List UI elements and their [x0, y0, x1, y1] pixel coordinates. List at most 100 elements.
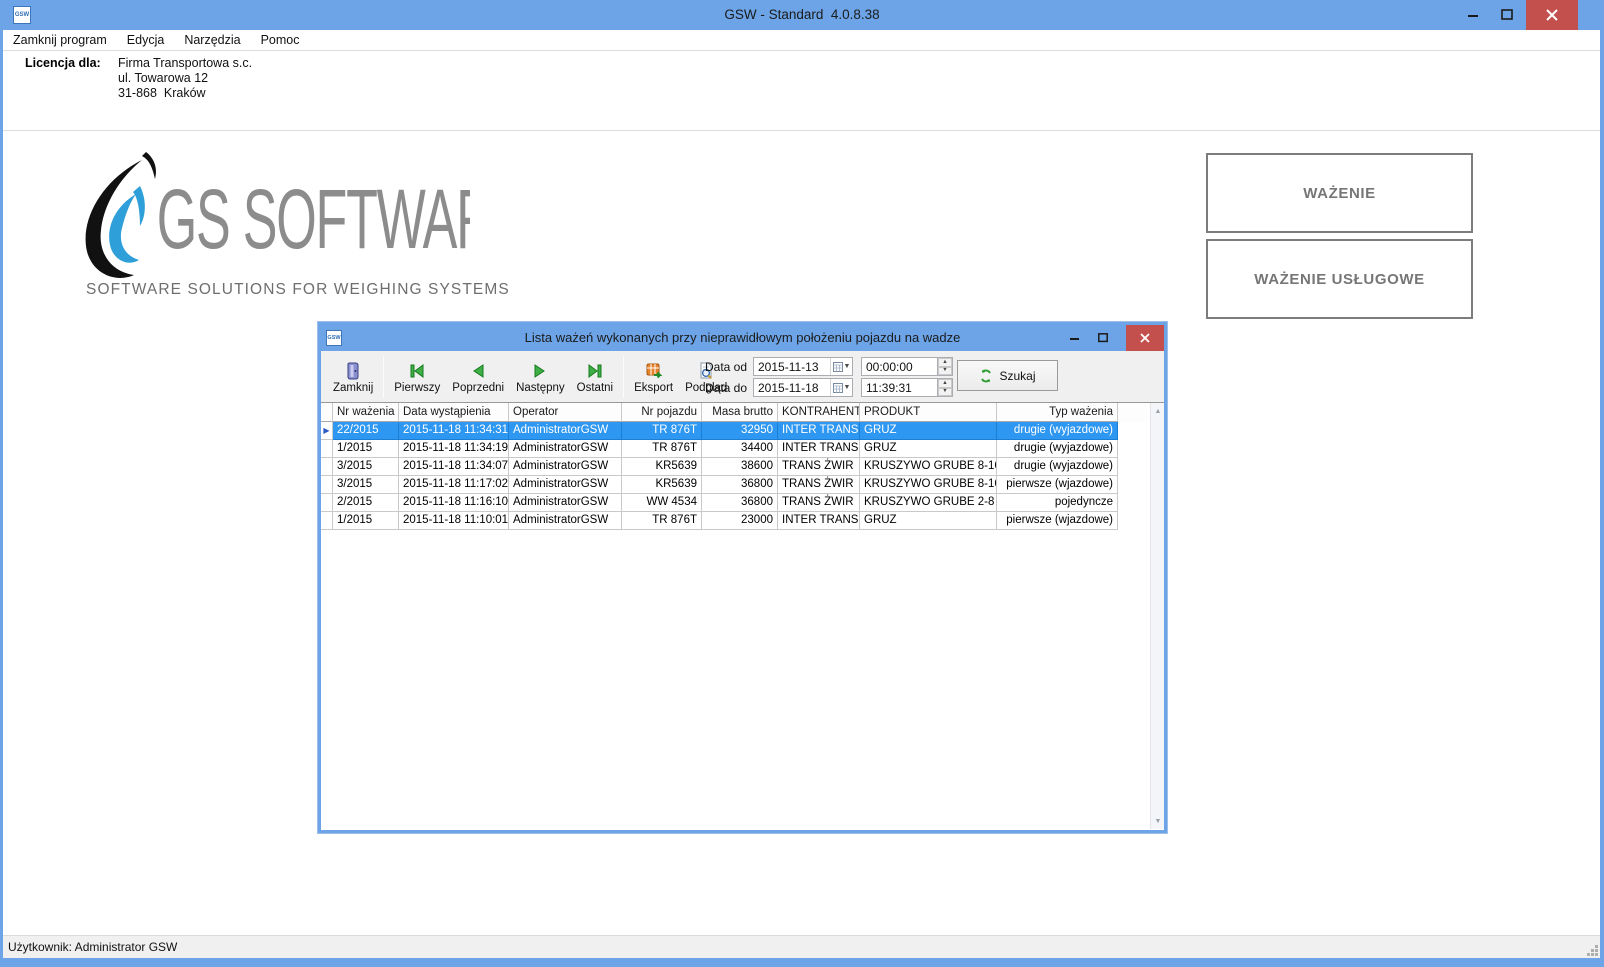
table-cell: GRUZ [860, 440, 997, 458]
time-to-value: 11:39:31 [862, 381, 937, 395]
table-cell: 2015-11-18 11:34:07 [399, 458, 509, 476]
date-to-input[interactable]: 2015-11-18 ▼ [753, 378, 853, 397]
time-from-input[interactable]: 00:00:00 ▲ ▼ [861, 357, 953, 376]
table-cell: TRANS ŻWIR [778, 494, 860, 512]
table-row[interactable]: 1/20152015-11-18 11:34:19AdministratorGS… [321, 440, 1164, 458]
time-to-input[interactable]: 11:39:31 ▲ ▼ [861, 378, 953, 397]
license-label: Licencja dla: [25, 56, 101, 70]
maximize-icon [1098, 333, 1108, 343]
table-cell: 36800 [702, 494, 778, 512]
table-cell: 2015-11-18 11:10:01 [399, 512, 509, 530]
table-cell: 38600 [702, 458, 778, 476]
refresh-search-icon [979, 369, 993, 383]
table-cell: 1/2015 [333, 512, 399, 530]
spin-down-icon[interactable]: ▼ [938, 367, 952, 376]
row-indicator: ▶ [321, 422, 333, 440]
maximize-button[interactable] [1492, 0, 1522, 30]
zamknij-label: Zamknij [333, 382, 373, 394]
menu-item-edycja[interactable]: Edycja [117, 30, 175, 51]
table-cell: 2015-11-18 11:34:31 [399, 422, 509, 440]
minimize-icon [1070, 333, 1080, 343]
table-cell: TRANS ŻWIR [778, 476, 860, 494]
table-cell: 3/2015 [333, 476, 399, 494]
row-indicator [321, 476, 333, 494]
license-line-1: Firma Transportowa s.c. [118, 56, 252, 71]
eksport-button[interactable]: Eksport [628, 354, 679, 400]
column-header[interactable]: Masa brutto [702, 403, 778, 422]
table-cell: INTER TRANS [778, 422, 860, 440]
logo-brand-text: GS SOFTWARE [157, 172, 470, 266]
row-indicator [321, 512, 333, 530]
column-header[interactable]: Nr pojazdu [622, 403, 702, 422]
table-cell: KR5639 [622, 476, 702, 494]
wazenie-button[interactable]: WAŻENIE [1206, 153, 1473, 233]
table-row[interactable]: 3/20152015-11-18 11:17:02AdministratorGS… [321, 476, 1164, 494]
table-cell: TR 876T [622, 440, 702, 458]
minimize-icon [1467, 9, 1479, 21]
table-row[interactable]: ▶22/20152015-11-18 11:34:31Administrator… [321, 422, 1164, 440]
data-do-label: Data do [705, 381, 753, 395]
logo-tagline: SOFTWARE SOLUTIONS FOR WEIGHING SYSTEMS [86, 281, 510, 299]
column-header[interactable]: PRODUKT [860, 403, 997, 422]
spin-up-icon[interactable]: ▲ [938, 358, 952, 367]
time-from-value: 00:00:00 [862, 360, 937, 374]
column-header[interactable]: Data wystąpienia [399, 403, 509, 422]
szukaj-button[interactable]: Szukaj [957, 360, 1058, 391]
license-line-2: ul. Towarowa 12 [118, 71, 252, 86]
vertical-scrollbar[interactable]: ▲ ▼ [1150, 403, 1164, 829]
column-header[interactable]: KONTRAHENT [778, 403, 860, 422]
window-title: GSW - Standard 4.0.8.38 [0, 0, 1604, 30]
main-window: GSW GSW - Standard 4.0.8.38 Zamknij prog… [0, 0, 1604, 967]
calendar-icon [833, 383, 843, 393]
spin-down-icon[interactable]: ▼ [938, 388, 952, 397]
weighings-list-dialog: GSW Lista ważeń wykonanych przy nieprawi… [318, 322, 1167, 833]
poprzedni-button[interactable]: Poprzedni [446, 354, 510, 400]
minimize-button[interactable] [1458, 0, 1488, 30]
menu-item-narzedzia[interactable]: Narzędzia [174, 30, 250, 51]
wazenie-uslugowe-button[interactable]: WAŻENIE USŁUGOWE [1206, 239, 1473, 319]
poprzedni-label: Poprzedni [452, 382, 504, 394]
maximize-icon [1501, 9, 1513, 21]
table-cell: 3/2015 [333, 458, 399, 476]
menu-bar: Zamknij program Edycja Narzędzia Pomoc [3, 30, 1600, 51]
scroll-up-icon[interactable]: ▲ [1151, 403, 1164, 419]
resize-grip[interactable] [1586, 944, 1599, 957]
table-cell: KRUSZYWO GRUBE 2-8 [860, 494, 997, 512]
dialog-close-button[interactable] [1126, 325, 1164, 351]
table-cell: AdministratorGSW [509, 512, 622, 530]
menu-item-pomoc[interactable]: Pomoc [251, 30, 310, 51]
nastepny-button[interactable]: Następny [510, 354, 571, 400]
previous-record-icon [471, 360, 485, 382]
table-row[interactable]: 3/20152015-11-18 11:34:07AdministratorGS… [321, 458, 1164, 476]
table-cell: 2015-11-18 11:17:02 [399, 476, 509, 494]
table-cell: 34400 [702, 440, 778, 458]
zamknij-button[interactable]: Zamknij [327, 354, 379, 400]
column-header[interactable]: Typ ważenia [997, 403, 1118, 422]
table-cell: pierwsze (wjazdowe) [997, 512, 1118, 530]
close-icon [1546, 9, 1558, 21]
date-to-dropdown[interactable]: ▼ [830, 379, 852, 396]
date-from-input[interactable]: 2015-11-13 ▼ [753, 357, 853, 376]
table-cell: WW 4534 [622, 494, 702, 512]
close-button[interactable] [1526, 0, 1578, 30]
pierwszy-button[interactable]: Pierwszy [388, 354, 446, 400]
table-row[interactable]: 1/20152015-11-18 11:10:01AdministratorGS… [321, 512, 1164, 530]
date-from-dropdown[interactable]: ▼ [830, 358, 852, 375]
column-header[interactable]: Operator [509, 403, 622, 422]
spin-up-icon[interactable]: ▲ [938, 379, 952, 388]
row-indicator [321, 440, 333, 458]
dialog-maximize-button[interactable] [1090, 325, 1116, 351]
scroll-down-icon[interactable]: ▼ [1151, 813, 1164, 829]
license-line-3: 31-868 Kraków [118, 86, 252, 101]
table-row[interactable]: 2/20152015-11-18 11:16:10AdministratorGS… [321, 494, 1164, 512]
table-cell: 23000 [702, 512, 778, 530]
table-cell: AdministratorGSW [509, 458, 622, 476]
dialog-toolbar: Zamknij Pierwszy Poprzedni Następny [321, 351, 1164, 403]
dialog-minimize-button[interactable] [1062, 325, 1088, 351]
close-icon [1140, 333, 1150, 343]
ostatni-button[interactable]: Ostatni [571, 354, 619, 400]
column-header[interactable]: Nr ważenia [333, 403, 399, 422]
menu-item-zamknij-program[interactable]: Zamknij program [3, 30, 117, 51]
chevron-down-icon: ▼ [844, 384, 851, 391]
table-cell: 36800 [702, 476, 778, 494]
